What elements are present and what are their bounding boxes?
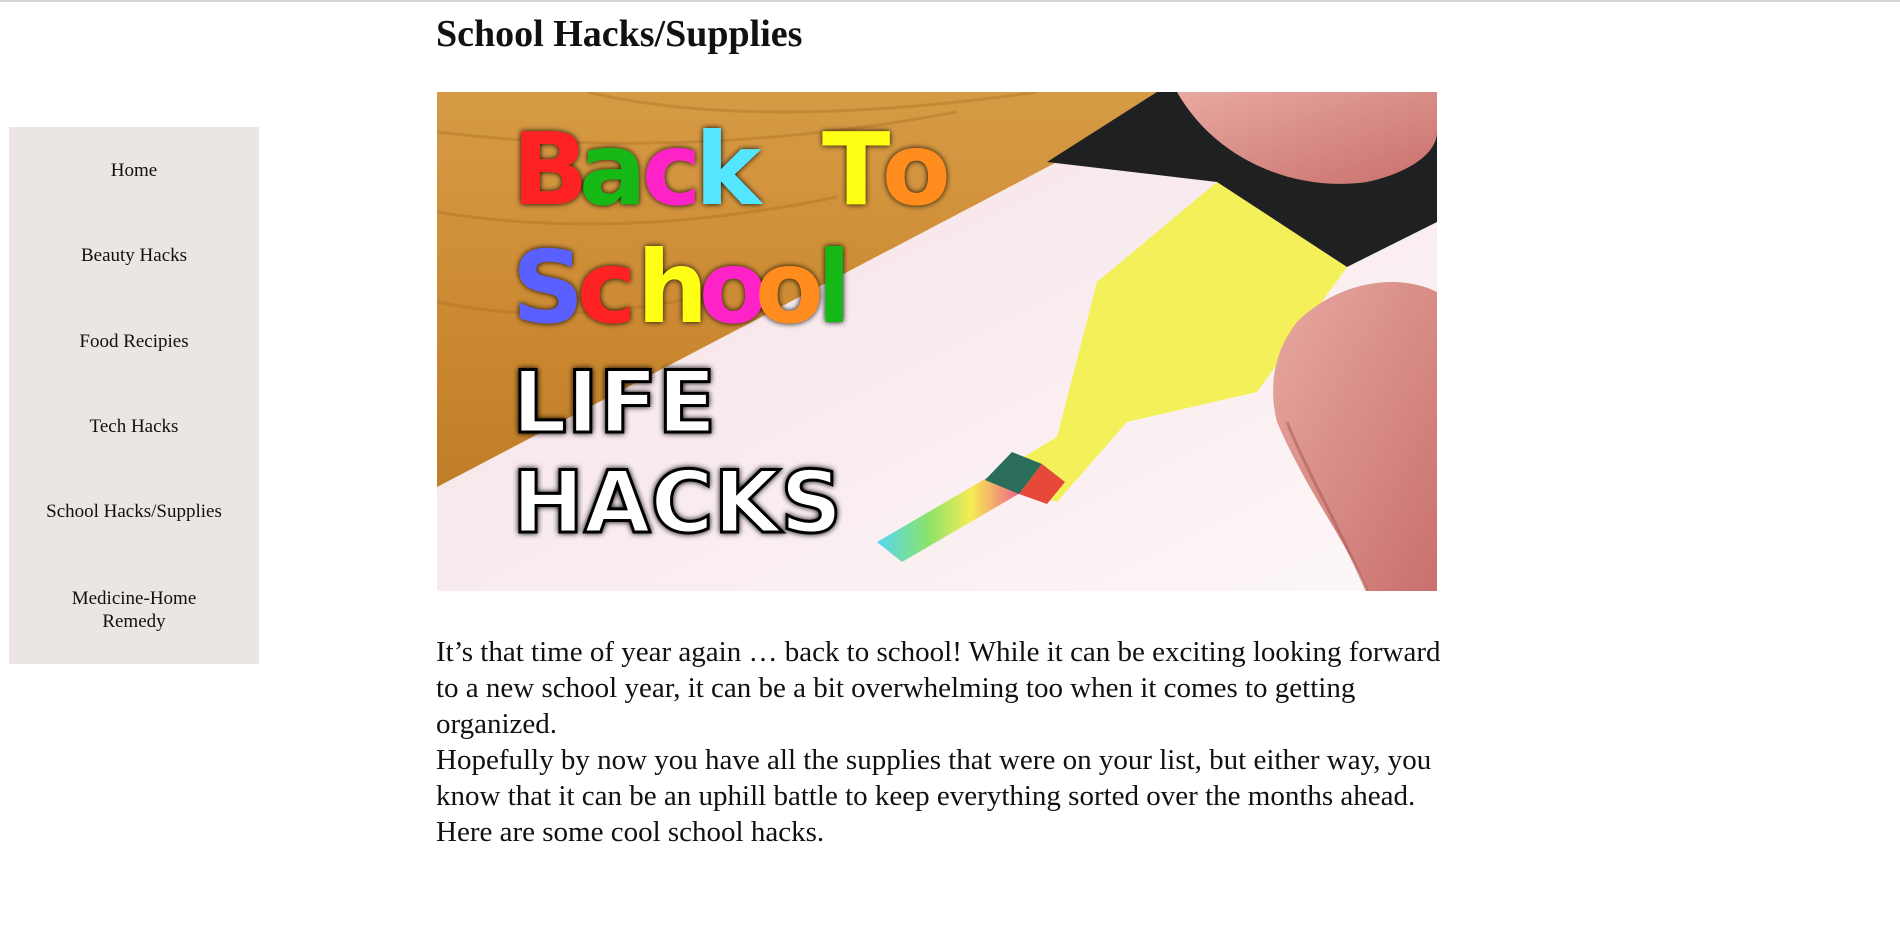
hero-title-line4: HACKS [512, 453, 842, 553]
sidebar-nav: Home Beauty Hacks Food Recipies Tech Hac… [9, 127, 259, 664]
hero-title-line1: B a c k T o [512, 111, 951, 228]
hero-letter: k [695, 111, 764, 228]
sidebar-item-home[interactable]: Home [9, 159, 259, 182]
hero-letter: o [755, 229, 824, 346]
sidebar-item-tech-hacks[interactable]: Tech Hacks [9, 415, 259, 438]
sidebar-item-food-recipies[interactable]: Food Recipies [9, 330, 259, 353]
hero-letter: c [642, 111, 701, 228]
article-paragraph: It’s that time of year again … back to s… [436, 636, 1441, 740]
article-paragraph: Here are some cool school hacks. [436, 816, 825, 848]
hero-letter: S [512, 229, 584, 346]
hero-letter: T [822, 111, 890, 228]
hero-letter: a [579, 111, 646, 228]
sidebar-item-school-hacks[interactable]: School Hacks/Supplies [9, 500, 259, 523]
hero-letter: c [577, 229, 636, 346]
hero-letter: o [882, 111, 951, 228]
hero-letter: h [637, 229, 708, 346]
sidebar-item-beauty-hacks[interactable]: Beauty Hacks [9, 244, 259, 267]
hero-title-line3: LIFE [512, 353, 716, 453]
hero-title-line2: S c h o o l [512, 229, 851, 346]
article-paragraph: Hopefully by now you have all the suppli… [436, 744, 1432, 812]
sidebar-item-medicine-home-remedy[interactable]: Medicine-Home Remedy [54, 587, 214, 633]
hero-letter: l [817, 229, 851, 346]
hero-image: B a c k T o S c h o o l LIFE HACKS [437, 92, 1437, 591]
top-border [0, 0, 1900, 2]
article-body: It’s that time of year again … back to s… [436, 634, 1441, 850]
hero-letter: B [512, 111, 588, 228]
page-title: School Hacks/Supplies [436, 13, 803, 55]
